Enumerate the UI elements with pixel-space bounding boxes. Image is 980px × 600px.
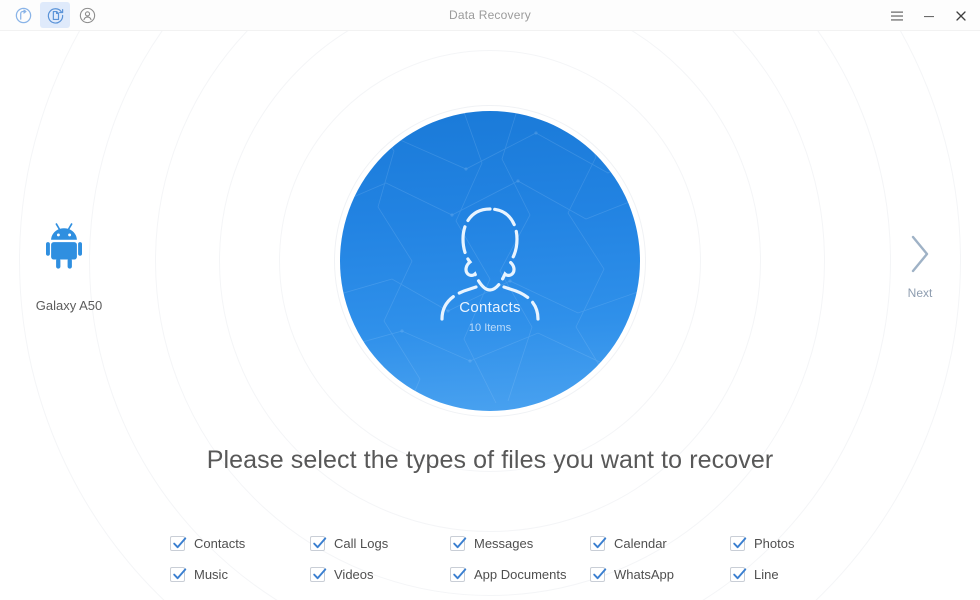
carousel-current-count: 10 Items — [468, 322, 512, 334]
module-phone-transfer[interactable] — [8, 2, 38, 28]
checkbox[interactable] — [310, 567, 327, 582]
checkbox[interactable] — [450, 567, 467, 582]
checkbox[interactable] — [170, 567, 187, 582]
file-type-option[interactable]: Calendar — [590, 536, 730, 551]
checkbox[interactable] — [310, 536, 327, 551]
window-controls — [882, 0, 976, 31]
carousel-current-label: Contacts — [459, 299, 521, 316]
module-data-recovery[interactable] — [40, 2, 70, 28]
device-name: Galaxy A50 — [35, 298, 103, 313]
file-type-option[interactable]: App Documents — [450, 567, 590, 582]
file-type-label: Videos — [334, 567, 374, 582]
android-robot-icon — [46, 223, 92, 275]
page-headline: Please select the types of files you wan… — [206, 446, 774, 474]
file-type-label: Call Logs — [334, 536, 389, 551]
checkbox[interactable] — [730, 536, 747, 551]
module-screen-unlock[interactable] — [72, 2, 102, 28]
window-title: Data Recovery — [449, 8, 531, 22]
file-type-option[interactable]: Call Logs — [310, 536, 450, 551]
file-type-option[interactable]: Line — [730, 567, 826, 582]
file-type-label: Messages — [474, 536, 534, 551]
menu-icon — [890, 9, 904, 23]
checkbox[interactable] — [730, 567, 747, 582]
close-button[interactable] — [946, 0, 976, 31]
connected-device[interactable]: Galaxy A50 — [14, 221, 124, 313]
file-type-option[interactable]: Messages — [450, 536, 590, 551]
file-type-option[interactable]: Music — [170, 567, 310, 582]
file-type-option[interactable]: Photos — [730, 536, 826, 551]
stage: Contacts 10 Items Galaxy A50 Next Please… — [0, 31, 980, 600]
data-recovery-icon — [46, 6, 65, 25]
checkbox[interactable] — [450, 536, 467, 551]
file-type-option[interactable]: WhatsApp — [590, 567, 730, 582]
chevron-right-icon — [906, 235, 934, 279]
file-type-label: Calendar — [614, 536, 667, 551]
menu-button[interactable] — [882, 0, 912, 31]
file-type-option[interactable]: Videos — [310, 567, 450, 582]
file-type-label: Contacts — [194, 536, 246, 551]
file-type-label: App Documents — [474, 567, 567, 582]
carousel-current: Contacts 10 Items — [340, 111, 640, 411]
account-lock-icon — [78, 6, 97, 25]
next-label: Next — [907, 286, 933, 300]
module-switcher — [8, 2, 102, 28]
file-type-label: WhatsApp — [614, 567, 674, 582]
minimize-icon — [922, 9, 936, 23]
checkbox[interactable] — [590, 567, 607, 582]
file-type-label: Music — [194, 567, 228, 582]
next-button[interactable]: Next — [888, 233, 952, 300]
checkbox[interactable] — [170, 536, 187, 551]
phone-transfer-icon — [14, 6, 33, 25]
checkbox[interactable] — [590, 536, 607, 551]
titlebar: Data Recovery — [0, 0, 980, 31]
minimize-button[interactable] — [914, 0, 944, 31]
close-icon — [954, 9, 968, 23]
file-type-option[interactable]: Contacts — [170, 536, 310, 551]
file-type-label: Line — [754, 567, 779, 582]
file-type-list: Contacts Call Logs Messages Calendar Photos M… — [170, 528, 830, 590]
carousel-current-disc[interactable]: Contacts 10 Items — [340, 111, 640, 411]
file-type-label: Photos — [754, 536, 795, 551]
